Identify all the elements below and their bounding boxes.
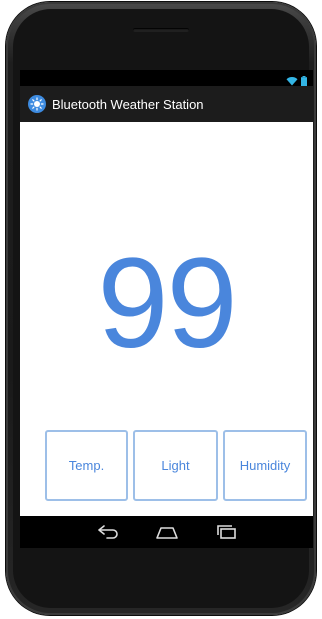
main-content: 99 Temp. Light Humidity — [20, 122, 313, 516]
temp-button[interactable]: Temp. — [45, 430, 128, 501]
phone-frame: Bluetooth Weather Station 99 Temp. Light… — [6, 2, 316, 615]
status-bar — [20, 70, 313, 86]
navigation-bar — [20, 516, 313, 548]
app-title: Bluetooth Weather Station — [52, 96, 204, 112]
recent-apps-icon[interactable] — [214, 524, 240, 540]
earpiece-speaker — [133, 28, 189, 32]
bluetooth-sun-icon[interactable] — [28, 95, 46, 113]
action-bar: Bluetooth Weather Station — [20, 86, 313, 122]
phone-screen: Bluetooth Weather Station 99 Temp. Light… — [20, 70, 313, 548]
light-button[interactable]: Light — [133, 430, 218, 501]
mode-button-row: Temp. Light Humidity — [45, 430, 307, 501]
home-icon[interactable] — [154, 524, 180, 540]
sensor-reading-value: 99 — [97, 232, 237, 375]
humidity-button[interactable]: Humidity — [223, 430, 307, 501]
back-icon[interactable] — [96, 524, 122, 540]
